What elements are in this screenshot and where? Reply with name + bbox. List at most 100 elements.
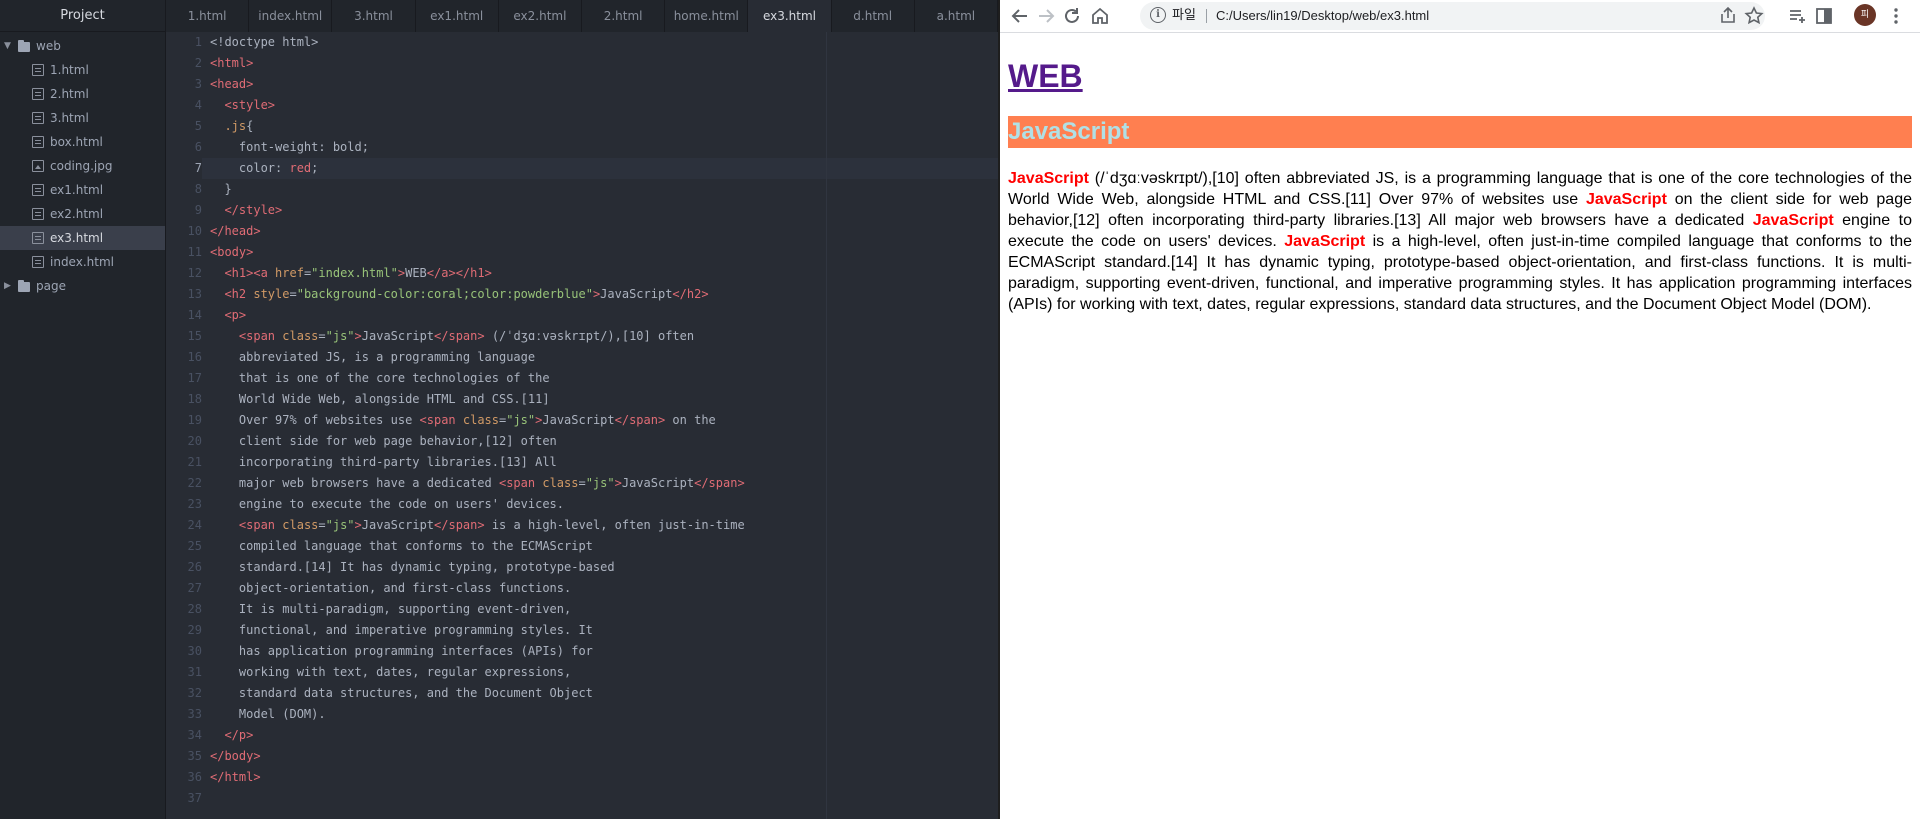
code-line: engine to execute the code on users' dev… (210, 497, 565, 511)
js-highlight-span: JavaScript (1008, 170, 1089, 187)
code-line: </style> (224, 203, 283, 217)
tree-file[interactable]: coding.jpg (0, 154, 165, 178)
line-number: 16 (187, 350, 202, 364)
line-number-gutter: 1 2 3 4 5 6 7 8 9 10 11 12 13 14 15 16 17 18 19 20 21 22 23 24 2… (166, 32, 202, 819)
code-line: <h1><a href="index.html">WEB</a></h1> (224, 266, 492, 280)
editor-tab[interactable]: a.html (914, 0, 998, 32)
line-number: 20 (187, 434, 202, 448)
editor-tab[interactable]: 1.html (166, 0, 250, 32)
chevron-right-icon[interactable]: ▶ (4, 274, 14, 298)
line-number: 34 (187, 728, 202, 742)
arrow-right-icon[interactable] (1034, 4, 1058, 28)
js-highlight-span: JavaScript (1284, 233, 1366, 250)
editor-tab[interactable]: home.html (665, 0, 749, 32)
line-number: 27 (187, 581, 202, 595)
tree-file[interactable]: box.html (0, 130, 165, 154)
project-panel-title: Project (0, 0, 165, 32)
code-pane[interactable]: 1 2 3 4 5 6 7 8 9 10 11 12 13 14 15 16 17 18 19 20 21 22 23 24 2… (166, 32, 998, 819)
address-url[interactable]: C:/Users/lin19/Desktop/web/ex3.html (1216, 2, 1429, 30)
image-file-icon (32, 160, 44, 172)
line-number: 1 (194, 35, 202, 49)
code-line: <html> (210, 56, 254, 70)
tree-file[interactable]: 2.html (0, 82, 165, 106)
code-line: object-orientation, and first-class func… (210, 581, 572, 595)
arrow-left-icon[interactable] (1008, 4, 1032, 28)
code-line: <h2 style="background-color:coral;color:… (224, 287, 709, 301)
tree-file[interactable]: 1.html (0, 58, 165, 82)
tree-file[interactable]: index.html (0, 250, 165, 274)
line-number: 17 (187, 371, 202, 385)
line-number: 30 (187, 644, 202, 658)
editor-tab[interactable]: 2.html (582, 0, 666, 32)
tree-file[interactable]: ex2.html (0, 202, 165, 226)
file-icon (32, 88, 44, 100)
editor-tab[interactable]: d.html (831, 0, 915, 32)
line-number: 28 (187, 602, 202, 616)
share-icon[interactable] (1716, 4, 1740, 28)
folder-icon (18, 40, 30, 52)
project-tree-panel: Project ▼ web 1.html 2.html 3.html box.html co… (0, 0, 166, 819)
tree-item-label: 1.html (50, 63, 89, 77)
tree-item-label: 2.html (50, 87, 89, 101)
line-number: 37 (187, 791, 202, 805)
address-scheme-label: 파일 (1172, 8, 1196, 23)
reload-icon[interactable] (1060, 4, 1084, 28)
tree-item-label: page (36, 279, 66, 293)
wrap-guide (826, 32, 827, 819)
page-heading-h1: WEB (1008, 58, 1912, 95)
line-number: 29 (187, 623, 202, 637)
page-heading-h2: JavaScript (1008, 116, 1912, 148)
editor-tab[interactable]: index.html (249, 0, 333, 32)
code-line: <span class="js">JavaScript</span> (/ˈdʒ… (238, 329, 695, 343)
code-line: has application programming interfaces (… (210, 644, 593, 658)
line-number: 12 (187, 266, 202, 280)
line-number: 33 (187, 707, 202, 721)
chevron-down-icon[interactable]: ▼ (4, 34, 14, 58)
code-line: <body> (210, 245, 254, 259)
file-icon (32, 136, 44, 148)
file-icon (32, 184, 44, 196)
info-icon[interactable]: i (1150, 7, 1166, 23)
tree-file[interactable]: 3.html (0, 106, 165, 130)
tree-folder-page[interactable]: ▶ page (0, 274, 165, 298)
bookmark-star-icon[interactable] (1742, 4, 1766, 28)
line-number: 31 (187, 665, 202, 679)
code-line: abbreviated JS, is a programming languag… (210, 350, 536, 364)
editor-tab[interactable]: ex1.html (415, 0, 499, 32)
code-line: </p> (224, 728, 254, 742)
code-line: It is multi-paradigm, supporting event-d… (210, 602, 572, 616)
line-number: 9 (194, 203, 202, 217)
web-home-link[interactable]: WEB (1008, 58, 1083, 94)
line-number: 22 (187, 476, 202, 490)
editor-tab-bar: 1.html index.html 3.html ex1.html ex2.html 2.… (166, 0, 998, 33)
tree-item-label: index.html (50, 255, 114, 269)
reading-list-icon[interactable] (1786, 4, 1810, 28)
address-bar[interactable]: i 파일 C:/Users/lin19/Desktop/web/ex3.html (1140, 2, 1765, 30)
line-number: 7 (194, 161, 202, 175)
side-panel-icon[interactable] (1812, 4, 1836, 28)
tree-item-label: ex2.html (50, 207, 104, 221)
more-menu-icon[interactable] (1884, 4, 1908, 28)
tree-item-label: ex1.html (50, 183, 104, 197)
rendered-page: WEB JavaScript JavaScript (/ˈdʒɑːvəskrɪp… (1000, 34, 1920, 819)
code-line: <p> (224, 308, 247, 322)
tree-file[interactable]: ex1.html (0, 178, 165, 202)
tree-folder-web[interactable]: ▼ web (0, 34, 165, 58)
home-icon[interactable] (1088, 4, 1112, 28)
line-number: 10 (187, 224, 202, 238)
editor-tab[interactable]: 3.html (332, 0, 416, 32)
browser-toolbar: i 파일 C:/Users/lin19/Desktop/web/ex3.html… (1000, 0, 1920, 33)
line-number: 3 (194, 77, 202, 91)
editor-tab[interactable]: ex2.html (498, 0, 582, 32)
code-line: color: red; (238, 161, 319, 175)
line-number: 32 (187, 686, 202, 700)
editor-tab[interactable]: ex3.html (748, 0, 832, 33)
code-line: <span class="js">JavaScript</span> is a … (238, 518, 745, 532)
line-number: 36 (187, 770, 202, 784)
tree-file[interactable]: ex3.html (0, 226, 165, 250)
code-editor-window: Project ▼ web 1.html 2.html 3.html box.html co… (0, 0, 998, 819)
line-number: 35 (187, 749, 202, 763)
code-line: </html> (210, 770, 261, 784)
line-number: 18 (187, 392, 202, 406)
profile-avatar[interactable]: 피 (1854, 4, 1876, 26)
